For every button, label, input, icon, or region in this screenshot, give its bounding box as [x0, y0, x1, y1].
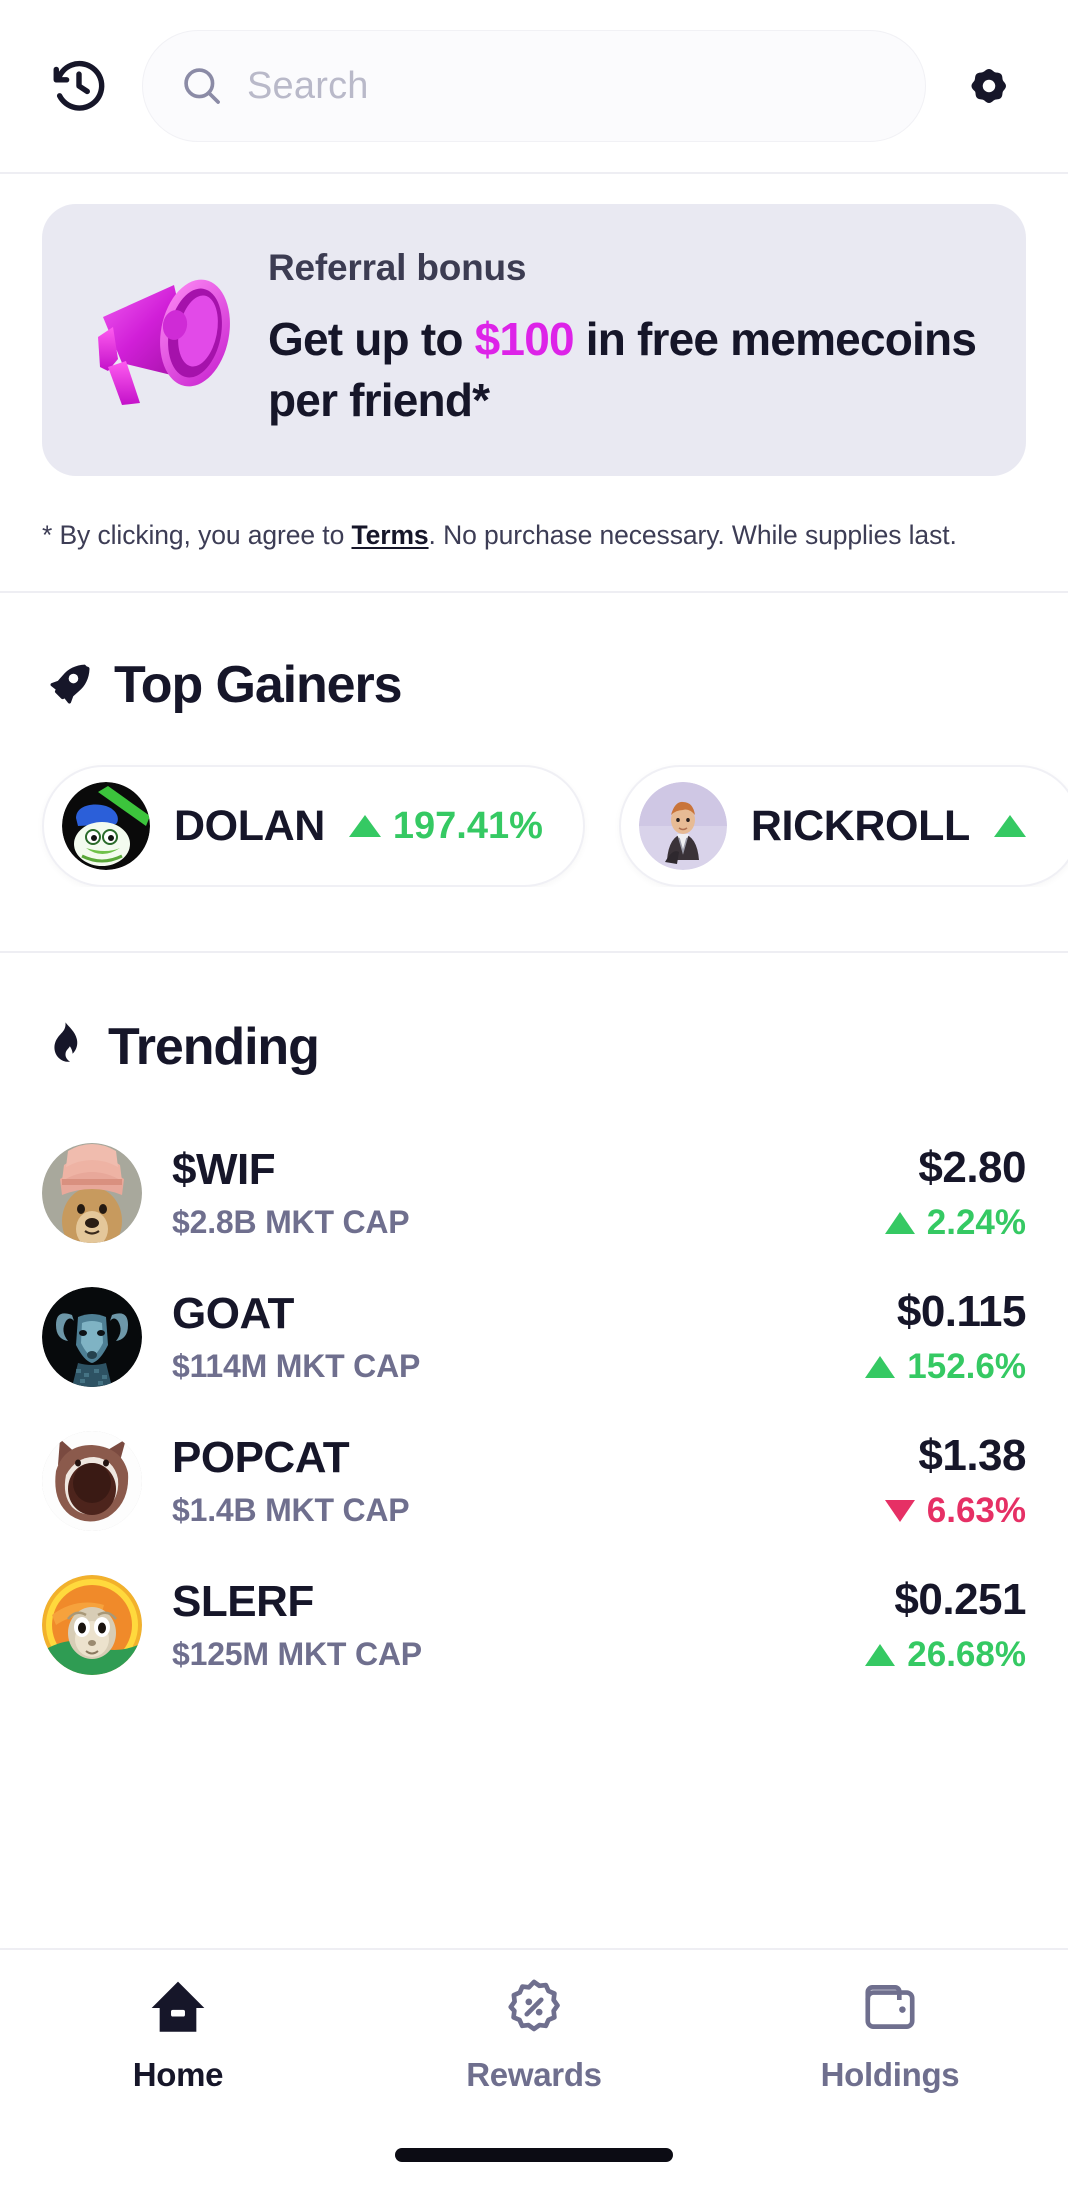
gainer-change [993, 815, 1038, 837]
trending-change: 152.6% [865, 1347, 1026, 1387]
wallet-icon [865, 1985, 915, 2029]
tab-rewards[interactable]: Rewards [356, 1976, 712, 2094]
terms-link[interactable]: Terms [351, 520, 428, 550]
trending-info: $WIF $2.8B MKT CAP [172, 1145, 855, 1241]
trending-market-cap: $114M MKT CAP [172, 1348, 421, 1385]
trending-info: POPCAT $1.4B MKT CAP [172, 1433, 855, 1529]
trending-symbol: GOAT [172, 1288, 294, 1338]
wif-dog-hat-avatar [42, 1143, 142, 1243]
triangle-down-icon [884, 1499, 915, 1522]
triangle-up-icon [993, 815, 1026, 837]
triangle-up-icon [884, 1211, 915, 1234]
history-clock-icon[interactable] [42, 49, 116, 123]
trending-metrics: $1.38 6.63% [884, 1431, 1027, 1531]
trending-change: 6.63% [884, 1490, 1026, 1531]
top-gainers-title-row: Top Gainers [42, 655, 1026, 715]
referral-headline: Get up to $100 in free memecoins per fri… [268, 309, 990, 431]
trending-header: Trending [0, 1017, 1068, 1077]
flame-icon [54, 1022, 78, 1062]
trending-metrics: $0.115 152.6% [865, 1287, 1026, 1386]
tab-label-rewards: Rewards [466, 2056, 602, 2093]
trending-symbol: $WIF [172, 1144, 276, 1194]
trending-info: GOAT $114M MKT CAP [172, 1289, 835, 1385]
trending-price: $0.251 [894, 1575, 1026, 1625]
referral-banner-text: Referral bonus Get up to $100 in free me… [268, 247, 990, 431]
trending-market-cap: $125M MKT CAP [172, 1636, 422, 1673]
gainer-change: 197.41% [348, 804, 543, 848]
trending-change-value: 152.6% [907, 1346, 1026, 1386]
triangle-up-icon [865, 1355, 896, 1378]
megaphone-icon [72, 255, 262, 423]
trending-price: $1.38 [918, 1431, 1026, 1481]
trending-metrics: $2.80 2.24% [884, 1143, 1027, 1243]
trending-row-wif[interactable]: $WIF $2.8B MKT CAP $2.80 2.24% [42, 1121, 1027, 1265]
trending-title-row: Trending [42, 1017, 1026, 1077]
gear-icon[interactable] [952, 49, 1026, 123]
referral-kicker: Referral bonus [268, 246, 527, 288]
dolan-duck-avatar [62, 782, 150, 870]
trending-section: Trending $WIF $2.8B MKT CAP $2.80 2.24% … [0, 953, 1068, 1697]
search-placeholder: Search [247, 64, 369, 107]
top-gainers-carousel[interactable]: DOLAN 197.41% RICKROLL [0, 715, 1068, 887]
search-input[interactable]: Search [142, 30, 926, 142]
tab-label-home: Home [132, 2056, 224, 2093]
trending-list: $WIF $2.8B MKT CAP $2.80 2.24% GOAT $114… [0, 1077, 1068, 1697]
app-screen: Search Referral bonus Get up to $100 in … [0, 0, 1068, 2198]
top-gainers-title: Top Gainers [114, 656, 403, 714]
gainer-card-rickroll[interactable]: RICKROLL [618, 765, 1068, 887]
gainer-symbol: DOLAN [174, 801, 325, 850]
trending-price: $0.115 [896, 1287, 1027, 1337]
trending-symbol: SLERF [172, 1576, 314, 1626]
referral-banner-wrap: Referral bonus Get up to $100 in free me… [0, 174, 1068, 476]
search-icon [184, 68, 220, 104]
trending-market-cap: $2.8B MKT CAP [172, 1204, 410, 1241]
gainer-symbol: RICKROLL [750, 801, 970, 850]
trending-change: 2.24% [884, 1202, 1026, 1243]
triangle-up-icon [348, 815, 381, 837]
referral-disclaimer: * By clicking, you agree to Terms. No pu… [0, 476, 1068, 591]
goat-head-avatar [42, 1287, 142, 1387]
trending-title: Trending [108, 1018, 320, 1076]
headline-part-1: Get up to [268, 312, 475, 365]
top-gainers-section: Top Gainers DOLAN 197.41% RICKROLL [0, 593, 1068, 951]
home-indicator [395, 2148, 673, 2162]
trending-row-goat[interactable]: GOAT $114M MKT CAP $0.115 152.6% [42, 1265, 1026, 1409]
trending-price: $2.80 [918, 1143, 1026, 1193]
rocket-icon [50, 664, 90, 704]
trending-symbol: POPCAT [172, 1432, 350, 1482]
referral-banner[interactable]: Referral bonus Get up to $100 in free me… [42, 204, 1026, 476]
disclaimer-before: * By clicking, you agree to [42, 520, 352, 550]
trending-row-popcat[interactable]: POPCAT $1.4B MKT CAP $1.38 6.63% [42, 1409, 1027, 1553]
popcat-avatar [42, 1431, 142, 1531]
app-header: Search [0, 0, 1068, 174]
rickroll-avatar [638, 782, 727, 870]
referral-amount: $100 [474, 312, 575, 365]
trending-change-value: 26.68% [907, 1634, 1026, 1674]
trending-change-value: 6.63% [926, 1490, 1026, 1530]
trending-metrics: $0.251 26.68% [865, 1575, 1026, 1674]
slerf-sloth-avatar [42, 1575, 142, 1675]
triangle-up-icon [865, 1643, 896, 1666]
trending-info: SLERF $125M MKT CAP [172, 1577, 835, 1673]
gainer-change-value: 197.41% [392, 804, 543, 847]
home-icon [151, 1981, 205, 2032]
gainer-card-dolan[interactable]: DOLAN 197.41% [42, 765, 585, 887]
percent-badge-icon [508, 1979, 560, 2032]
disclaimer-after: . No purchase necessary. While supplies … [428, 520, 957, 550]
tab-holdings[interactable]: Holdings [712, 1976, 1068, 2094]
trending-change: 26.68% [865, 1635, 1026, 1675]
trending-row-slerf[interactable]: SLERF $125M MKT CAP $0.251 26.68% [42, 1553, 1026, 1697]
trending-market-cap: $1.4B MKT CAP [172, 1492, 410, 1529]
top-gainers-header: Top Gainers [0, 655, 1068, 715]
tab-label-holdings: Holdings [820, 2056, 960, 2093]
trending-change-value: 2.24% [926, 1202, 1026, 1242]
tab-home[interactable]: Home [0, 1976, 356, 2094]
